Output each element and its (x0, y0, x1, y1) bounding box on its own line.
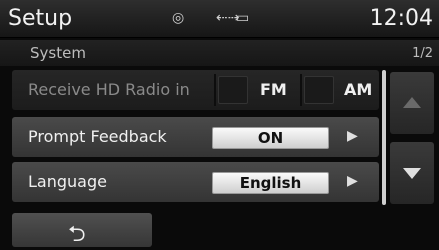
clock: 12:04 (369, 6, 433, 31)
divider (214, 74, 216, 106)
back-button[interactable]: ⮌ (12, 213, 152, 247)
receive-hd-radio-label: Receive HD Radio in (28, 80, 190, 99)
chevron-up-icon (403, 97, 421, 108)
play-arrow-icon[interactable]: ▶ (347, 128, 358, 144)
language-value[interactable]: English (212, 172, 329, 194)
am-checkbox[interactable] (304, 76, 334, 104)
prompt-feedback-value[interactable]: ON (212, 127, 329, 149)
fm-option-label[interactable]: FM (260, 80, 287, 99)
scrollbar[interactable] (382, 70, 386, 205)
receive-hd-radio-row: Receive HD Radio in FM AM (12, 70, 379, 110)
page-title: Setup (8, 6, 73, 31)
battery-icon: ▭ (236, 10, 250, 26)
disc-icon: ◎ (172, 10, 185, 26)
title-bar: Setup ◎ ⇠⇢ ▭ 12:04 (0, 0, 439, 38)
divider (300, 74, 302, 106)
chevron-down-icon (403, 168, 421, 179)
back-arrow-icon: ⮌ (68, 222, 86, 247)
section-header: System 1/2 (0, 40, 439, 66)
am-option-label[interactable]: AM (344, 80, 372, 99)
prompt-feedback-row[interactable]: Prompt Feedback ON ▶ (12, 117, 379, 157)
language-row[interactable]: Language English ▶ (12, 162, 379, 202)
language-label: Language (28, 172, 107, 191)
page-indicator: 1/2 (412, 46, 433, 61)
scroll-down-button[interactable] (390, 142, 434, 204)
prompt-feedback-label: Prompt Feedback (28, 127, 167, 146)
fm-checkbox[interactable] (218, 76, 248, 104)
scroll-up-button[interactable] (390, 72, 434, 134)
play-arrow-icon[interactable]: ▶ (347, 173, 358, 189)
section-title: System (30, 44, 86, 62)
